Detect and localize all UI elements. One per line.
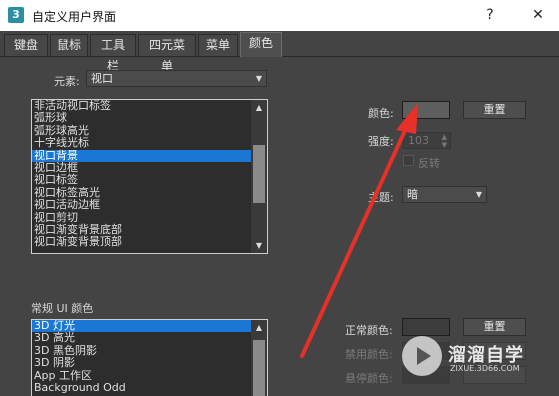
annotation-arrow-head [396,103,418,134]
annotation-arrow-shaft [300,122,410,358]
annotation-arrow [300,103,418,358]
watermark-logo-icon [402,336,442,376]
watermark-url: ZIXUE.3D66.COM [450,364,520,373]
